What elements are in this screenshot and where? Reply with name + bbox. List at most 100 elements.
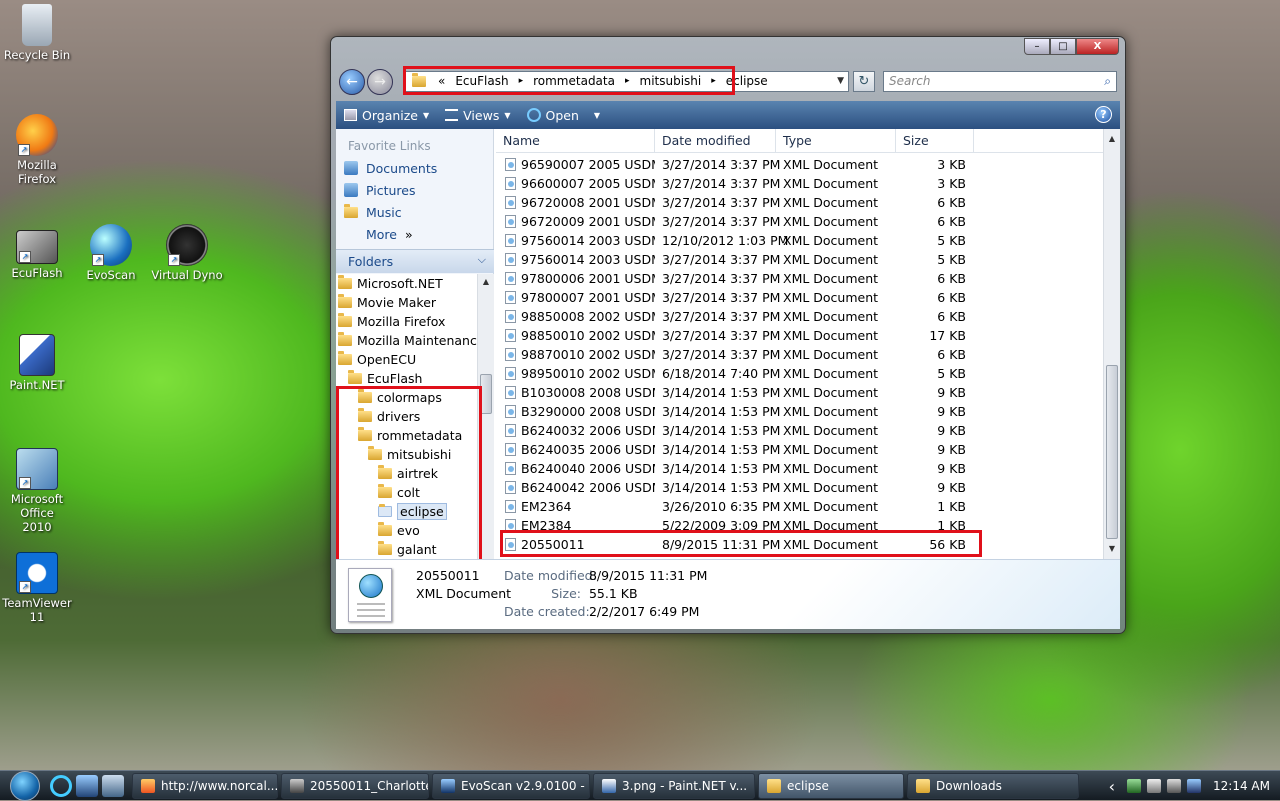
- shortcut-arrow-icon: ↗: [168, 254, 180, 266]
- start-button[interactable]: [0, 770, 50, 801]
- file-row[interactable]: 96590007 2005 USDM E... 3/27/2014 3:37 PM…: [496, 155, 1103, 174]
- file-row[interactable]: B1030008 2008 USDM E... 3/14/2014 1:53 PM…: [496, 383, 1103, 402]
- network-icon[interactable]: [1127, 779, 1142, 793]
- clock[interactable]: 12:14 AM: [1213, 779, 1270, 793]
- file-size: 3 KB: [937, 157, 966, 172]
- favorite-pictures[interactable]: Pictures: [336, 179, 493, 201]
- shortcut-arrow-icon: ↗: [92, 254, 104, 266]
- file-name-cell: B6240035 2006 USDM E...: [496, 440, 655, 459]
- help-icon[interactable]: ?: [1095, 106, 1112, 123]
- search-icon[interactable]: ⌕: [1104, 72, 1111, 91]
- file-row[interactable]: 98950010 2002 USDM E... 6/18/2014 7:40 PM…: [496, 364, 1103, 383]
- taskbar-button[interactable]: EvoScan v2.9.0100 - ...: [432, 772, 590, 799]
- column-header-date[interactable]: Date modified: [655, 129, 776, 153]
- file-row[interactable]: 98870010 2002 USDM E... 3/27/2014 3:37 PM…: [496, 345, 1103, 364]
- desktop-icon-firefox[interactable]: ↗ Mozilla Firefox: [0, 114, 74, 186]
- close-button[interactable]: X: [1076, 38, 1119, 55]
- desktop-icon-evoscan[interactable]: ↗ EvoScan: [74, 224, 148, 282]
- explorer-window[interactable]: – □ X ← → « EcuFlash ▸ rommetadata ▸ mit…: [330, 36, 1126, 634]
- file-size: 9 KB: [937, 385, 966, 400]
- scroll-thumb[interactable]: [1106, 365, 1118, 539]
- folder-tree-item[interactable]: OpenECU: [336, 350, 494, 369]
- file-name: 96600007 2005 USDM E...: [521, 176, 655, 191]
- xml-file-icon: [505, 462, 516, 475]
- file-row[interactable]: B6240040 2006 USDM E... 3/14/2014 1:53 PM…: [496, 459, 1103, 478]
- taskbar-button-label: 3.png - Paint.NET v...: [622, 778, 748, 793]
- column-header-name[interactable]: Name: [496, 129, 655, 153]
- file-size: 5 KB: [937, 366, 966, 381]
- favorite-more[interactable]: More »: [336, 223, 493, 245]
- tray-expand-chevron[interactable]: ‹: [1109, 777, 1115, 796]
- file-row[interactable]: 97800007 2001 USDM E... 3/27/2014 3:37 PM…: [496, 288, 1103, 307]
- file-row[interactable]: B6240032 2006 USDM E... 3/14/2014 1:53 PM…: [496, 421, 1103, 440]
- file-row[interactable]: 98850010 2002 USDM E... 3/27/2014 3:37 PM…: [496, 326, 1103, 345]
- file-name-cell: 96720009 2001 USDM E...: [496, 212, 655, 231]
- taskbar-button[interactable]: 20550011_Charlotte....: [281, 772, 429, 799]
- file-row[interactable]: 98850008 2002 USDM E... 3/27/2014 3:37 PM…: [496, 307, 1103, 326]
- desktop-icon-ecuflash[interactable]: ↗ EcuFlash: [0, 224, 74, 280]
- folder-tree-item[interactable]: Mozilla Maintenance S: [336, 331, 494, 350]
- desktop-icon-label: Microsoft Office 2010: [10, 492, 64, 534]
- organize-button[interactable]: Organize ▼: [336, 101, 437, 129]
- safely-remove-icon[interactable]: [1147, 779, 1162, 793]
- taskbar-button[interactable]: http://www.norcal...: [132, 772, 278, 799]
- views-button[interactable]: Views ▼: [437, 101, 518, 129]
- file-row[interactable]: 96720009 2001 USDM E... 3/27/2014 3:37 PM…: [496, 212, 1103, 231]
- taskbar-button[interactable]: 3.png - Paint.NET v...: [593, 772, 755, 799]
- desktop-icon-recycle-bin[interactable]: Recycle Bin: [0, 4, 74, 62]
- taskbar-button[interactable]: eclipse: [758, 772, 904, 799]
- desktop-icon-office[interactable]: ↗ Microsoft Office 2010: [0, 448, 74, 534]
- file-row[interactable]: B3290000 2008 USDM E... 3/14/2014 1:53 PM…: [496, 402, 1103, 421]
- file-date: 3/26/2010 6:35 PM: [662, 499, 781, 514]
- folder-tree-item[interactable]: Movie Maker: [336, 293, 494, 312]
- folder-tree-item[interactable]: Mozilla Firefox: [336, 312, 494, 331]
- scroll-up-arrow[interactable]: ▲: [478, 274, 494, 290]
- file-list-scrollbar[interactable]: ▲ ▼: [1103, 129, 1120, 559]
- file-row[interactable]: B6240042 2006 USDM E... 3/14/2014 1:53 PM…: [496, 478, 1103, 497]
- desktop-icon-paintnet[interactable]: Paint.NET: [0, 334, 74, 392]
- scroll-down-arrow[interactable]: ▼: [1104, 541, 1120, 557]
- scroll-up-arrow[interactable]: ▲: [1104, 131, 1120, 147]
- back-button[interactable]: ←: [339, 69, 365, 95]
- show-desktop-icon[interactable]: [76, 774, 98, 797]
- maximize-button[interactable]: □: [1050, 38, 1076, 55]
- column-header-size[interactable]: Size: [896, 129, 974, 153]
- file-row[interactable]: 97560014 2003 USDM E... 3/27/2014 3:37 PM…: [496, 250, 1103, 269]
- volume-icon[interactable]: [1167, 779, 1182, 793]
- address-dropdown-icon[interactable]: ▼: [837, 72, 844, 91]
- file-row[interactable]: 96600007 2005 USDM E... 3/27/2014 3:37 PM…: [496, 174, 1103, 193]
- favorite-music[interactable]: Music: [336, 201, 493, 223]
- collapse-chevron-icon[interactable]: ⌵: [478, 253, 486, 267]
- open-button[interactable]: Open ▼: [519, 101, 609, 129]
- folder-tree-item[interactable]: Microsoft.NET: [336, 274, 494, 293]
- network-status-icon[interactable]: [1187, 779, 1202, 793]
- xml-file-icon: [505, 196, 516, 209]
- file-row[interactable]: EM2364 3/26/2010 6:35 PM XML Document 1 KB: [496, 497, 1103, 516]
- folder-icon: [348, 370, 362, 384]
- file-type: XML Document: [783, 252, 879, 267]
- file-name: B6240042 2006 USDM E...: [521, 480, 655, 495]
- forward-button[interactable]: →: [367, 69, 393, 95]
- file-size: 1 KB: [937, 499, 966, 514]
- minimize-button[interactable]: –: [1024, 38, 1050, 55]
- file-date: 3/27/2014 3:37 PM: [662, 195, 781, 210]
- refresh-button[interactable]: ↻: [853, 71, 875, 92]
- favorite-documents[interactable]: Documents: [336, 157, 493, 179]
- file-row[interactable]: 96720008 2001 USDM E... 3/27/2014 3:37 PM…: [496, 193, 1103, 212]
- paintnet-icon: [19, 334, 55, 376]
- file-row[interactable]: B6240035 2006 USDM E... 3/14/2014 1:53 PM…: [496, 440, 1103, 459]
- ecuflash-icon: ↗: [16, 230, 58, 264]
- desktop-icon-virtual-dyno[interactable]: ↗ Virtual Dyno: [150, 224, 224, 282]
- file-row[interactable]: 97800006 2001 USDM E... 3/27/2014 3:37 PM…: [496, 269, 1103, 288]
- file-row[interactable]: 97560014 2003 USDM E... 12/10/2012 1:03 P…: [496, 231, 1103, 250]
- column-header-type[interactable]: Type: [776, 129, 896, 153]
- taskbar-button[interactable]: Downloads: [907, 772, 1079, 799]
- search-input[interactable]: Search ⌕: [883, 71, 1117, 92]
- file-size: 6 KB: [937, 309, 966, 324]
- desktop-icon-teamviewer[interactable]: ↗ TeamViewer 11: [0, 552, 74, 624]
- ie-quicklaunch-icon[interactable]: [50, 774, 72, 797]
- folders-header[interactable]: Folders ⌵: [336, 249, 494, 273]
- switch-windows-icon[interactable]: [102, 774, 124, 797]
- views-label: Views: [463, 107, 500, 123]
- xml-file-icon: [505, 234, 516, 247]
